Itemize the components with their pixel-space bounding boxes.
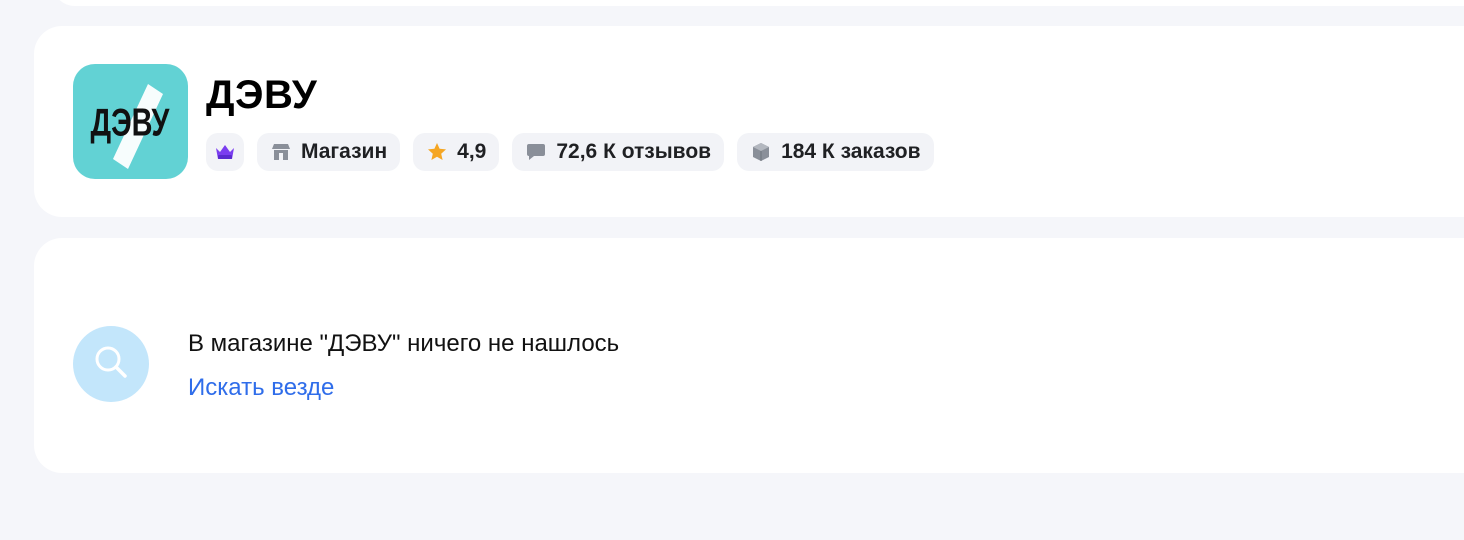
rating-chip[interactable]: 4,9 (413, 133, 500, 171)
logo-graphic: ДЭВУ (91, 84, 170, 169)
shop-logo[interactable]: ДЭВУ (73, 64, 188, 179)
orders-count: 184 К заказов (781, 140, 921, 163)
empty-results-card: В магазине "ДЭВУ" ничего не нашлось Иска… (34, 238, 1464, 473)
premium-badge[interactable] (206, 133, 244, 171)
search-everywhere-link[interactable]: Искать везде (188, 373, 334, 403)
reviews-chip[interactable]: 72,6 К отзывов (512, 133, 725, 171)
reviews-count: 72,6 К отзывов (556, 140, 712, 163)
chat-bubble-icon (525, 141, 547, 163)
shop-type-label: Магазин (301, 140, 388, 163)
shop-info-chips: Магазин 4,9 72,6 К отзывов 184 К заказов (206, 133, 934, 171)
shop-name: ДЭВУ (206, 73, 318, 117)
shop-header-card: ДЭВУ ДЭВУ Магазин 4,9 72,6 К отзывов 184… (34, 26, 1464, 217)
search-badge (73, 326, 149, 402)
previous-card (52, 0, 1464, 6)
crown-icon (214, 141, 236, 163)
rating-value: 4,9 (457, 140, 487, 163)
orders-chip[interactable]: 184 К заказов (737, 133, 934, 171)
box-icon (750, 141, 772, 163)
empty-results-message: В магазине "ДЭВУ" ничего не нашлось (188, 330, 620, 357)
logo-text: ДЭВУ (91, 101, 170, 144)
star-icon (426, 141, 448, 163)
store-icon (270, 141, 292, 163)
shop-type-chip[interactable]: Магазин (257, 133, 401, 171)
search-icon (93, 344, 129, 385)
